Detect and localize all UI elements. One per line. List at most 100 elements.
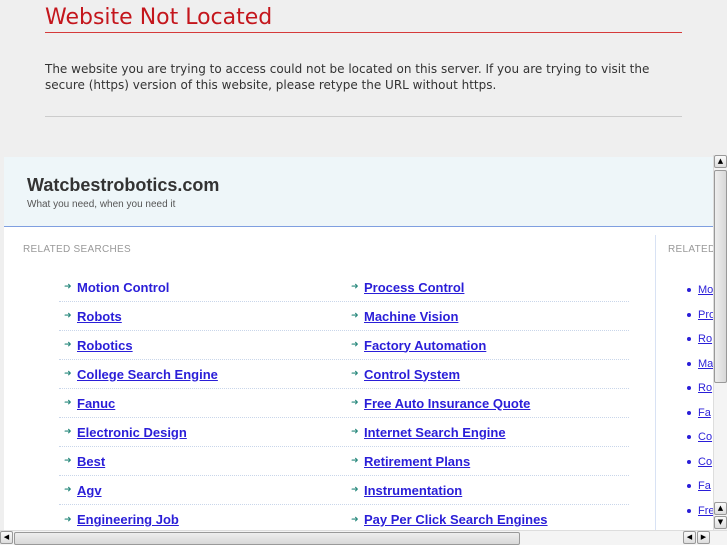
- error-panel: Website Not Located The website you are …: [45, 0, 682, 117]
- right-related-list: Mo Pro Ro Ma Ro Fa Co Co Fa Fre: [687, 278, 713, 523]
- search-link-item[interactable]: ➜ Engineering Job: [64, 512, 179, 527]
- search-link[interactable]: Motion Control: [77, 280, 169, 295]
- related-link[interactable]: Ro: [698, 382, 712, 394]
- arrow-icon: ➜: [64, 311, 72, 321]
- table-row: ➜ Robots ➜ Machine Vision: [59, 302, 629, 331]
- related-link[interactable]: Fre: [698, 505, 713, 517]
- related-link[interactable]: Co: [698, 456, 712, 468]
- divider: [45, 116, 682, 117]
- site-tagline: What you need, when you need it: [27, 199, 176, 210]
- list-item[interactable]: Fre: [687, 499, 713, 524]
- arrow-icon: ➜: [351, 398, 359, 408]
- search-link[interactable]: Instrumentation: [364, 483, 462, 498]
- search-link[interactable]: Robotics: [77, 338, 133, 353]
- scroll-left-icon[interactable]: ◀: [683, 531, 696, 544]
- vertical-scroll-thumb[interactable]: [714, 170, 727, 383]
- site-name: Watcbestrobotics.com: [27, 175, 220, 195]
- arrow-icon: ➜: [351, 311, 359, 321]
- search-link[interactable]: College Search Engine: [77, 367, 218, 382]
- related-link[interactable]: Pro: [698, 309, 713, 321]
- scroll-down-icon[interactable]: ▼: [714, 516, 727, 529]
- search-link[interactable]: Best: [77, 454, 105, 469]
- bullet-icon: [687, 288, 691, 293]
- search-link-item[interactable]: ➜ Fanuc: [64, 396, 115, 411]
- arrow-icon: ➜: [351, 485, 359, 495]
- search-link[interactable]: Machine Vision: [364, 309, 458, 324]
- search-link-item[interactable]: ➜ Motion Control: [64, 280, 169, 295]
- related-searches-list: ➜ Motion Control ➜ Process Control ➜ Robots ➜ M…: [59, 273, 629, 530]
- search-link-item[interactable]: ➜ Instrumentation: [351, 483, 462, 498]
- search-link[interactable]: Agv: [77, 483, 102, 498]
- horizontal-scroll-thumb[interactable]: [14, 532, 520, 545]
- search-link[interactable]: Fanuc: [77, 396, 115, 411]
- list-item[interactable]: Mo: [687, 278, 713, 303]
- bullet-icon: [687, 435, 691, 440]
- related-link[interactable]: Fa: [698, 480, 711, 492]
- horizontal-scrollbar[interactable]: ◀ ◀ ▶: [0, 530, 727, 545]
- related-link[interactable]: Ma: [698, 358, 713, 370]
- search-link[interactable]: Pay Per Click Search Engines: [364, 512, 548, 527]
- arrow-icon: ➜: [351, 514, 359, 525]
- arrow-icon: ➜: [64, 514, 72, 525]
- search-link[interactable]: Electronic Design: [77, 425, 187, 440]
- related-link[interactable]: Fa: [698, 407, 711, 419]
- arrow-icon: ➜: [351, 369, 359, 379]
- search-link-item[interactable]: ➜ College Search Engine: [64, 367, 218, 382]
- search-link[interactable]: Robots: [77, 309, 122, 324]
- search-link-item[interactable]: ➜ Factory Automation: [351, 338, 486, 353]
- scroll-up-icon[interactable]: ▲: [714, 155, 727, 168]
- scroll-up-icon[interactable]: ▲: [714, 502, 727, 515]
- search-link-item[interactable]: ➜ Retirement Plans: [351, 454, 470, 469]
- list-item[interactable]: Co: [687, 425, 713, 450]
- search-link-item[interactable]: ➜ Robots: [64, 309, 122, 324]
- table-row: ➜ Robotics ➜ Factory Automation: [59, 331, 629, 360]
- search-link-item[interactable]: ➜ Pay Per Click Search Engines: [351, 512, 548, 527]
- search-link-item[interactable]: ➜ Machine Vision: [351, 309, 458, 324]
- related-link[interactable]: Ro: [698, 333, 712, 345]
- list-item[interactable]: Fa: [687, 474, 713, 499]
- vertical-scrollbar[interactable]: ▲ ▲ ▼: [713, 155, 727, 530]
- error-title: Website Not Located: [45, 0, 682, 33]
- search-link-item[interactable]: ➜ Best: [64, 454, 105, 469]
- search-link-item[interactable]: ➜ Agv: [64, 483, 102, 498]
- parked-page-frame: Watcbestrobotics.com What you need, when…: [4, 157, 713, 530]
- search-link-item[interactable]: ➜ Internet Search Engine: [351, 425, 506, 440]
- list-item[interactable]: Fa: [687, 401, 713, 426]
- related-searches-label: RELATED SEARCHES: [23, 244, 131, 255]
- column-divider: [655, 235, 656, 530]
- bullet-icon: [687, 312, 691, 317]
- table-row: ➜ College Search Engine ➜ Control System: [59, 360, 629, 389]
- related-link[interactable]: Mo: [698, 284, 713, 296]
- list-item[interactable]: Co: [687, 450, 713, 475]
- search-link-item[interactable]: ➜ Free Auto Insurance Quote: [351, 396, 530, 411]
- arrow-icon: ➜: [351, 340, 359, 350]
- arrow-icon: ➜: [64, 427, 72, 437]
- search-link[interactable]: Process Control: [364, 280, 464, 295]
- list-item[interactable]: Pro: [687, 303, 713, 328]
- search-link-item[interactable]: ➜ Control System: [351, 367, 460, 382]
- search-link[interactable]: Free Auto Insurance Quote: [364, 396, 530, 411]
- table-row: ➜ Engineering Job ➜ Pay Per Click Search En…: [59, 505, 629, 530]
- search-link[interactable]: Factory Automation: [364, 338, 486, 353]
- bullet-icon: [687, 508, 691, 513]
- arrow-icon: ➜: [64, 485, 72, 495]
- list-item[interactable]: Ro: [687, 327, 713, 352]
- search-link[interactable]: Retirement Plans: [364, 454, 470, 469]
- search-link[interactable]: Control System: [364, 367, 460, 382]
- site-header: Watcbestrobotics.com What you need, when…: [4, 157, 713, 227]
- list-item[interactable]: Ma: [687, 352, 713, 377]
- list-item[interactable]: Ro: [687, 376, 713, 401]
- search-link-item[interactable]: ➜ Robotics: [64, 338, 133, 353]
- search-link[interactable]: Internet Search Engine: [364, 425, 506, 440]
- bullet-icon: [687, 337, 691, 342]
- bullet-icon: [687, 386, 691, 391]
- search-link-item[interactable]: ➜ Electronic Design: [64, 425, 187, 440]
- bullet-icon: [687, 484, 691, 489]
- search-link[interactable]: Engineering Job: [77, 512, 179, 527]
- arrow-icon: ➜: [64, 398, 72, 408]
- search-link-item[interactable]: ➜ Process Control: [351, 280, 464, 295]
- related-link[interactable]: Co: [698, 431, 712, 443]
- scroll-right-icon[interactable]: ▶: [697, 531, 710, 544]
- table-row: ➜ Electronic Design ➜ Internet Search Engin…: [59, 418, 629, 447]
- scroll-left-icon[interactable]: ◀: [0, 531, 13, 544]
